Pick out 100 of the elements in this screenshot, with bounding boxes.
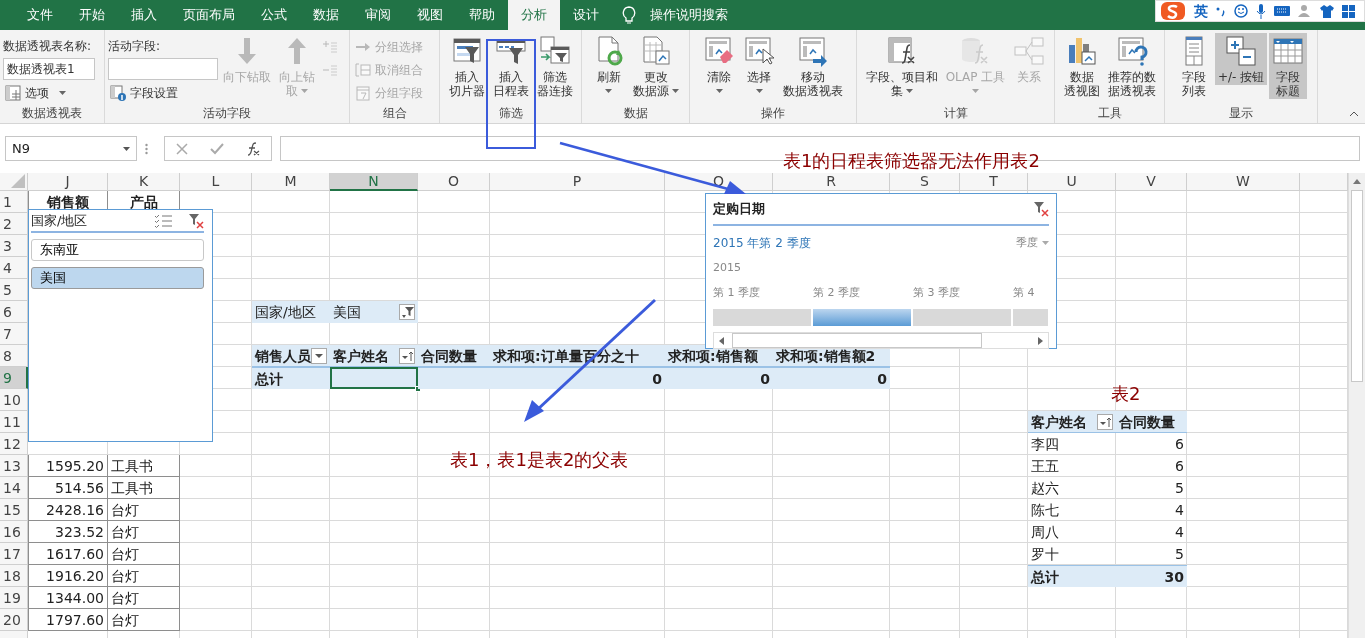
row-header[interactable]: 3 bbox=[0, 235, 28, 257]
ribbon-button[interactable]: 字段 标题 bbox=[1269, 33, 1308, 99]
ribbon-button[interactable]: 数据 透视图 bbox=[1060, 33, 1103, 99]
ribbon-tab[interactable]: 开始 bbox=[66, 0, 118, 30]
ribbon-tab[interactable]: 插入 bbox=[118, 0, 170, 30]
table-cell: 1916.20 bbox=[28, 565, 108, 587]
ribbon-tab[interactable]: 公式 bbox=[248, 0, 300, 30]
ribbon-button[interactable]: 字段、项目和 集 bbox=[862, 33, 941, 99]
ribbon-button[interactable]: 插入 日程表 bbox=[489, 33, 532, 99]
table-cell-text: 4 bbox=[1174, 501, 1185, 520]
clear-filter-button[interactable] bbox=[1033, 201, 1049, 217]
annotation-text: 表2 bbox=[1111, 384, 1141, 404]
table-cell-text: 6 bbox=[1174, 435, 1185, 454]
slicer-item[interactable]: 美国 bbox=[31, 267, 204, 289]
row-header[interactable]: 17 bbox=[0, 543, 28, 565]
ribbon-tab[interactable]: 帮助 bbox=[456, 0, 508, 30]
ribbon-tab[interactable]: 视图 bbox=[404, 0, 456, 30]
row-header[interactable]: 1 bbox=[0, 191, 28, 213]
row-header[interactable]: 19 bbox=[0, 587, 28, 609]
column-header[interactable]: J bbox=[28, 173, 108, 191]
row-header[interactable]: 16 bbox=[0, 521, 28, 543]
period-label: 第 4 bbox=[1013, 284, 1036, 301]
ribbon-tab[interactable]: 分析 bbox=[508, 0, 560, 30]
column-header[interactable]: O bbox=[418, 173, 490, 191]
text-field[interactable]: 数据透视表1 bbox=[3, 58, 95, 80]
name-box[interactable]: N9 bbox=[5, 136, 137, 161]
level-dropdown[interactable]: 季度 bbox=[1016, 234, 1049, 252]
column-header[interactable] bbox=[1300, 173, 1348, 191]
up-arrow-icon bbox=[1353, 179, 1361, 184]
row-header[interactable]: 5 bbox=[0, 279, 28, 301]
ribbon-tab[interactable]: 文件 bbox=[14, 0, 66, 30]
ribbon-tab[interactable]: 审阅 bbox=[352, 0, 404, 30]
ribbon-button[interactable]: 刷新 bbox=[589, 33, 628, 94]
row-header[interactable]: 7 bbox=[0, 323, 28, 345]
column-header[interactable]: M bbox=[252, 173, 330, 191]
select-all-button[interactable] bbox=[0, 173, 28, 191]
vertical-scrollbar[interactable] bbox=[1348, 173, 1365, 638]
column-header[interactable]: N bbox=[330, 173, 418, 191]
cancel-icon bbox=[176, 142, 188, 155]
cell-text: 美国 bbox=[333, 303, 361, 322]
tell-me-search[interactable]: 操作说明搜索 bbox=[612, 0, 738, 30]
row-header[interactable]: 9 bbox=[0, 367, 28, 389]
cell-text: 客户姓名 bbox=[333, 346, 389, 366]
row-header[interactable]: 14 bbox=[0, 477, 28, 499]
ribbon-tab[interactable]: 设计 bbox=[560, 0, 612, 30]
multi-select-button[interactable] bbox=[154, 213, 172, 228]
ribbon-button[interactable]: 推荐的数 据透视表 bbox=[1104, 33, 1159, 99]
text-field[interactable] bbox=[108, 58, 218, 80]
row-header[interactable]: 2 bbox=[0, 213, 28, 235]
selection-label: 2015 年第 2 季度 bbox=[713, 235, 811, 252]
ribbon-button[interactable]: 字段 列表 bbox=[1174, 33, 1213, 99]
table-cell-text: 6 bbox=[1174, 457, 1185, 476]
clear-filter-button[interactable] bbox=[188, 212, 204, 229]
row-header[interactable]: 12 bbox=[0, 433, 28, 455]
slicer-item[interactable]: 东南亚 bbox=[31, 239, 204, 261]
row-header[interactable]: 4 bbox=[0, 257, 28, 279]
period-bar[interactable] bbox=[913, 309, 1013, 326]
column-header[interactable]: P bbox=[490, 173, 665, 191]
row-header[interactable]: 20 bbox=[0, 609, 28, 631]
row-header[interactable]: 11 bbox=[0, 411, 28, 433]
row-header[interactable]: 18 bbox=[0, 565, 28, 587]
ribbon-button[interactable]: 移动 数据透视表 bbox=[780, 33, 846, 99]
column-header[interactable]: T bbox=[960, 173, 1028, 191]
scroll-thumb[interactable] bbox=[732, 333, 982, 348]
collapse-icon bbox=[1349, 111, 1359, 117]
ribbon-tab[interactable]: 页面布局 bbox=[170, 0, 248, 30]
timeline-scrollbar[interactable] bbox=[713, 332, 1049, 349]
table-cell: 台灯 bbox=[108, 587, 180, 609]
row-header[interactable]: 15 bbox=[0, 499, 28, 521]
table-cell-text: 4 bbox=[1174, 523, 1185, 542]
column-header[interactable]: R bbox=[773, 173, 890, 191]
period-bar[interactable] bbox=[713, 309, 813, 326]
ribbon-tab[interactable]: 数据 bbox=[300, 0, 352, 30]
column-header[interactable]: V bbox=[1116, 173, 1187, 191]
ribbon-button[interactable]: 筛选 器连接 bbox=[533, 33, 576, 99]
sort-filter-button[interactable] bbox=[1097, 413, 1113, 430]
ribbon-button[interactable]: 更改 数据源 bbox=[629, 33, 682, 99]
ribbon-button[interactable]: 插入 切片器 bbox=[445, 33, 488, 99]
table-cell: 1595.20 bbox=[28, 455, 108, 477]
scroll-thumb[interactable] bbox=[1351, 190, 1363, 382]
ribbon-button[interactable]: 字段设置 bbox=[108, 83, 218, 103]
column-header[interactable]: L bbox=[180, 173, 252, 191]
sort-filter-button[interactable] bbox=[399, 347, 415, 364]
ribbon-button[interactable]: 清除 bbox=[700, 33, 738, 94]
period-bar[interactable] bbox=[813, 309, 913, 326]
column-header[interactable]: K bbox=[108, 173, 180, 191]
column-header[interactable]: S bbox=[890, 173, 960, 191]
row-header[interactable]: 6 bbox=[0, 301, 28, 323]
row-header[interactable]: 10 bbox=[0, 389, 28, 411]
row-header[interactable]: 13 bbox=[0, 455, 28, 477]
ribbon-button[interactable]: 选项 bbox=[3, 83, 95, 103]
row-header[interactable]: 8 bbox=[0, 345, 28, 367]
column-header[interactable]: U bbox=[1028, 173, 1116, 191]
dropdown-button[interactable] bbox=[311, 347, 327, 364]
table-cell-text: 陈七 bbox=[1030, 501, 1060, 520]
cell-reference: N9 bbox=[12, 139, 30, 158]
ribbon-button[interactable]: 选择 bbox=[740, 33, 778, 94]
ribbon-button[interactable]: +/- 按钮 bbox=[1214, 33, 1268, 85]
column-header[interactable]: W bbox=[1187, 173, 1300, 191]
filter-button[interactable] bbox=[399, 304, 415, 320]
